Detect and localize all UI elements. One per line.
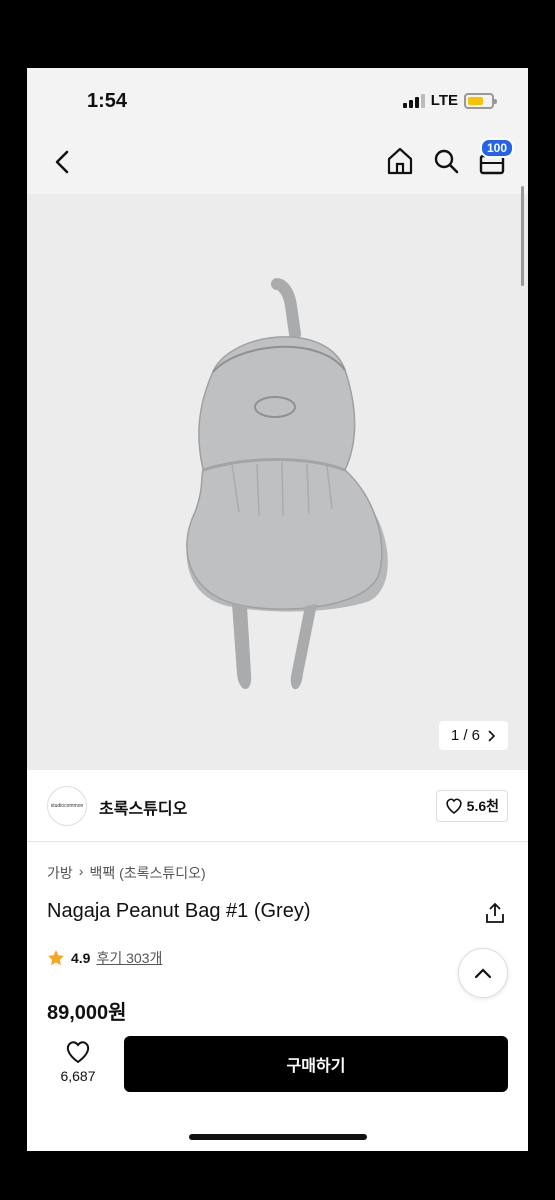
heart-icon xyxy=(66,1041,90,1064)
brand-name[interactable]: 초록스튜디오 xyxy=(99,795,187,819)
breadcrumb-category[interactable]: 가방 xyxy=(47,863,73,883)
image-counter-text: 1 / 6 xyxy=(450,727,480,744)
back-icon[interactable] xyxy=(51,148,75,176)
product-image[interactable]: 1 / 6 xyxy=(27,194,528,770)
review-link[interactable]: 후기 303개 xyxy=(96,948,162,968)
nav-actions: 100 xyxy=(386,138,515,176)
wishlist-button[interactable]: 6,687 xyxy=(55,1040,101,1084)
breadcrumb: 가방 › 백팩 (초록스튜디오) xyxy=(47,863,206,883)
share-icon[interactable] xyxy=(484,902,506,924)
cart-count-badge: 100 xyxy=(480,138,515,158)
brand-row[interactable]: studiocommon 초록스튜디오 5.6천 xyxy=(27,770,528,842)
search-icon[interactable] xyxy=(432,146,460,176)
rating-score: 4.9 xyxy=(71,950,91,966)
chevron-up-icon xyxy=(474,968,492,979)
home-indicator[interactable] xyxy=(189,1134,367,1140)
phone-screen: 1:54 LTE 100 1 / 6 studiocommon 초록스튜디오 5… xyxy=(27,68,528,1151)
buy-button[interactable]: 구매하기 xyxy=(124,1036,508,1092)
brand-logo[interactable]: studiocommon xyxy=(47,786,87,826)
backpack-image xyxy=(186,278,388,690)
image-counter[interactable]: 1 / 6 xyxy=(438,721,508,750)
page-scrollbar[interactable] xyxy=(521,186,524,286)
rating-row: 4.9 후기 303개 xyxy=(47,948,162,968)
heart-icon xyxy=(446,798,462,814)
chevron-right-icon xyxy=(488,729,496,742)
status-bar: 1:54 LTE xyxy=(27,68,528,132)
status-indicators: LTE xyxy=(402,92,497,109)
wishlist-count: 6,687 xyxy=(60,1068,96,1084)
bottom-action-bar: 6,687 구매하기 xyxy=(27,1036,528,1100)
nav-bar: 100 xyxy=(27,132,528,194)
product-price: 89,000원 xyxy=(47,1002,127,1024)
product-title: Nagaja Peanut Bag #1 (Grey) xyxy=(47,900,311,922)
network-label: LTE xyxy=(430,92,458,109)
status-time: 1:54 xyxy=(87,90,128,112)
star-icon xyxy=(48,950,64,966)
cart-button[interactable]: 100 xyxy=(478,138,515,176)
signal-icon xyxy=(402,93,425,108)
breadcrumb-subcategory[interactable]: 백팩 (초록스튜디오) xyxy=(89,863,205,883)
brand-like-count: 5.6천 xyxy=(466,798,499,814)
scroll-top-button[interactable] xyxy=(458,948,508,998)
brand-like-button[interactable]: 5.6천 xyxy=(435,790,508,822)
home-icon[interactable] xyxy=(386,146,414,176)
battery-icon xyxy=(464,92,497,109)
chevron-right-icon: › xyxy=(78,863,84,879)
